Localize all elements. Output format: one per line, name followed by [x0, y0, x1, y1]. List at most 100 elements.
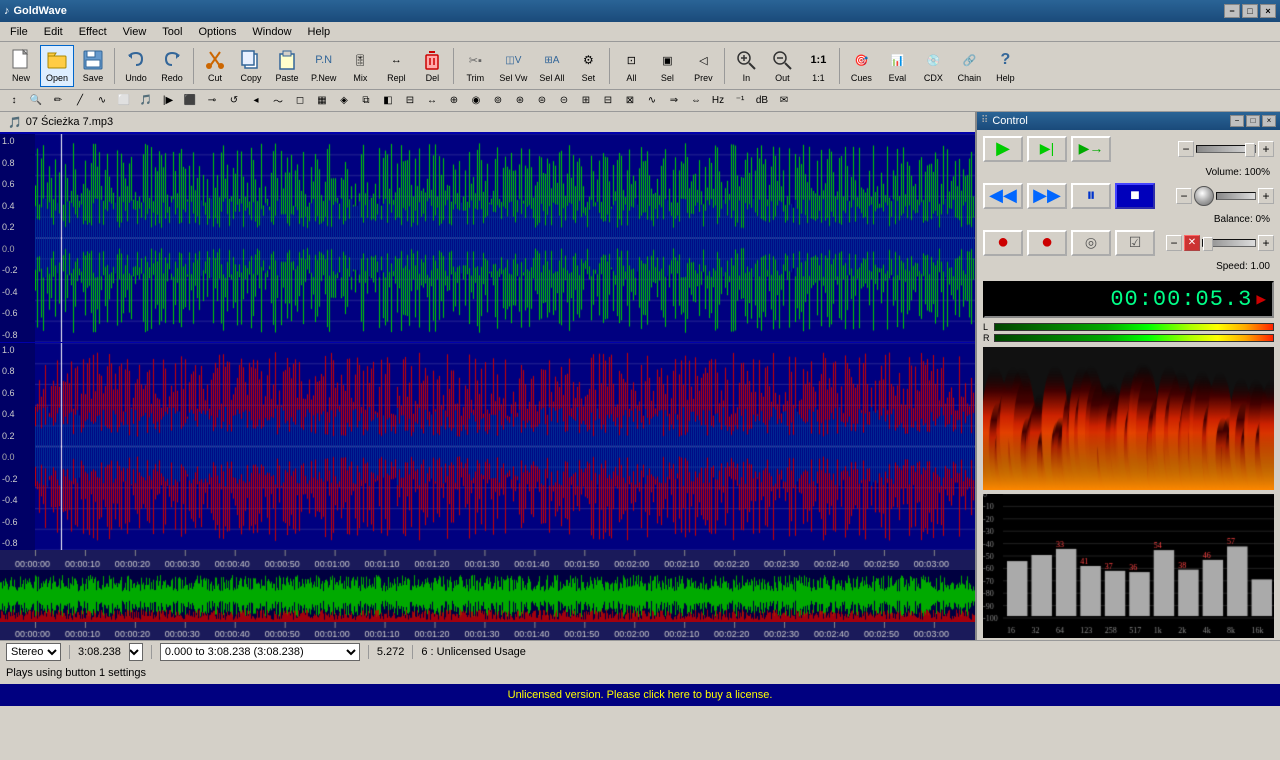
cdx-button[interactable]: 💿 CDX: [916, 45, 950, 87]
speed-track[interactable]: [1202, 239, 1256, 247]
volume-minus[interactable]: −: [1178, 141, 1194, 157]
balance-plus[interactable]: +: [1258, 188, 1274, 204]
speed-x-btn[interactable]: ✕: [1184, 235, 1200, 251]
new-button[interactable]: New: [4, 45, 38, 87]
channel-red[interactable]: 1.0 0.8 0.6 0.4 0.2 0.0 -0.2 -0.4 -0.6 -…: [0, 343, 975, 551]
eval-button[interactable]: 📊 Eval: [880, 45, 914, 87]
tool-snap[interactable]: ⊸: [202, 92, 222, 110]
tool-h6[interactable]: ⊟: [400, 92, 420, 110]
balance-track[interactable]: [1216, 192, 1256, 200]
menu-edit[interactable]: Edit: [36, 24, 71, 40]
tool-note[interactable]: 🎵: [136, 92, 156, 110]
tool-h22[interactable]: dB: [752, 92, 772, 110]
tool-h11[interactable]: ⊛: [510, 92, 530, 110]
speed-plus[interactable]: +: [1258, 235, 1274, 251]
menu-tool[interactable]: Tool: [154, 24, 190, 40]
selall-button[interactable]: ⊞A Sel All: [534, 45, 569, 87]
tool-cue[interactable]: |▶: [158, 92, 178, 110]
tool-h23[interactable]: ✉: [774, 92, 794, 110]
tool-h3[interactable]: ◈: [334, 92, 354, 110]
repl-button[interactable]: ↔ Repl: [379, 45, 413, 87]
volume-plus[interactable]: +: [1258, 141, 1274, 157]
tool-h16[interactable]: ⊠: [620, 92, 640, 110]
play-button[interactable]: ▶: [983, 136, 1023, 162]
play-to-end-button[interactable]: ▶|: [1027, 136, 1067, 162]
speed-minus[interactable]: −: [1166, 235, 1182, 251]
mix-button[interactable]: 🎚 Mix: [343, 45, 377, 87]
undo-button[interactable]: Undo: [119, 45, 153, 87]
pnew-button[interactable]: P.N P.New: [306, 45, 341, 87]
cut-button[interactable]: Cut: [198, 45, 232, 87]
menu-effect[interactable]: Effect: [71, 24, 115, 40]
save-button[interactable]: Save: [76, 45, 110, 87]
control-close[interactable]: ×: [1262, 115, 1276, 127]
license-message[interactable]: Unlicensed version. Please click here to…: [508, 689, 773, 701]
menu-view[interactable]: View: [115, 24, 155, 40]
open-button[interactable]: Open: [40, 45, 74, 87]
tool-pencil[interactable]: ✏: [48, 92, 68, 110]
copy-button[interactable]: Copy: [234, 45, 268, 87]
tool-h10[interactable]: ⊚: [488, 92, 508, 110]
tool-h5[interactable]: ◧: [378, 92, 398, 110]
green-waveform[interactable]: [35, 134, 975, 342]
tool-h19[interactable]: ⇔: [686, 92, 706, 110]
set-button[interactable]: ⚙ Set: [571, 45, 605, 87]
timeline[interactable]: [0, 550, 975, 570]
zoom-in-button[interactable]: In: [729, 45, 763, 87]
title-bar-controls[interactable]: − □ ×: [1224, 4, 1276, 18]
tool-h15[interactable]: ⊟: [598, 92, 618, 110]
forward-button[interactable]: ▶▶: [1027, 183, 1067, 209]
record2-button[interactable]: ●: [1027, 230, 1067, 256]
trim-button[interactable]: ✂▪ Trim: [458, 45, 492, 87]
tool-h4[interactable]: ⧉: [356, 92, 376, 110]
control-maximize[interactable]: □: [1246, 115, 1260, 127]
help-button[interactable]: ? Help: [988, 45, 1022, 87]
tool-zoom[interactable]: 🔍: [26, 92, 46, 110]
tool-h20[interactable]: Hz: [708, 92, 728, 110]
tool-erase[interactable]: ⬜: [114, 92, 134, 110]
menu-options[interactable]: Options: [190, 24, 244, 40]
balance-knob[interactable]: [1194, 186, 1214, 206]
menu-help[interactable]: Help: [300, 24, 339, 40]
tool-h7[interactable]: ↔: [422, 92, 442, 110]
cues-button[interactable]: 🎯 Cues: [844, 45, 878, 87]
control-minimize[interactable]: −: [1230, 115, 1244, 127]
tool-h17[interactable]: ∿: [642, 92, 662, 110]
sel-button[interactable]: ▣ Sel: [650, 45, 684, 87]
tool-loop[interactable]: ↺: [224, 92, 244, 110]
tool-line[interactable]: ╱: [70, 92, 90, 110]
tool-h12[interactable]: ⊜: [532, 92, 552, 110]
red-waveform[interactable]: [35, 343, 975, 551]
tool-mark[interactable]: ◂: [246, 92, 266, 110]
tool-h13[interactable]: ⊝: [554, 92, 574, 110]
close-button[interactable]: ×: [1260, 4, 1276, 18]
control-title-buttons[interactable]: − □ ×: [1230, 115, 1276, 127]
check-button[interactable]: ☑: [1115, 230, 1155, 256]
tool-h18[interactable]: ⇒: [664, 92, 684, 110]
rewind-button[interactable]: ◀◀: [983, 183, 1023, 209]
chain-button[interactable]: 🔗 Chain: [952, 45, 986, 87]
duration-select[interactable]: [129, 643, 143, 661]
tool-region[interactable]: ⬛: [180, 92, 200, 110]
pause-button[interactable]: ⏸: [1071, 183, 1111, 209]
tool-h14[interactable]: ⊞: [576, 92, 596, 110]
stop-button[interactable]: ■: [1115, 183, 1155, 209]
tool-h21[interactable]: ⁻¹: [730, 92, 750, 110]
tool-h1[interactable]: ◻: [290, 92, 310, 110]
record-button[interactable]: ●: [983, 230, 1023, 256]
balance-minus[interactable]: −: [1176, 188, 1192, 204]
paste-button[interactable]: Paste: [270, 45, 304, 87]
channel-green[interactable]: 1.0 0.8 0.6 0.4 0.2 0.0 -0.2 -0.4 -0.6 -…: [0, 134, 975, 343]
zoom-out-button[interactable]: Out: [765, 45, 799, 87]
volume-track[interactable]: [1196, 145, 1256, 153]
zoom-1to1-button[interactable]: 1:1 1:1: [801, 45, 835, 87]
tool-curve[interactable]: ∿: [92, 92, 112, 110]
del-button[interactable]: Del: [415, 45, 449, 87]
tool-h8[interactable]: ⊕: [444, 92, 464, 110]
selvw-button[interactable]: ◫V Sel Vw: [494, 45, 532, 87]
play-selection-button[interactable]: ▶→: [1071, 136, 1111, 162]
tool-wave[interactable]: 〜: [268, 92, 288, 110]
overview-timeline[interactable]: [0, 622, 975, 640]
maximize-button[interactable]: □: [1242, 4, 1258, 18]
menu-file[interactable]: File: [2, 24, 36, 40]
